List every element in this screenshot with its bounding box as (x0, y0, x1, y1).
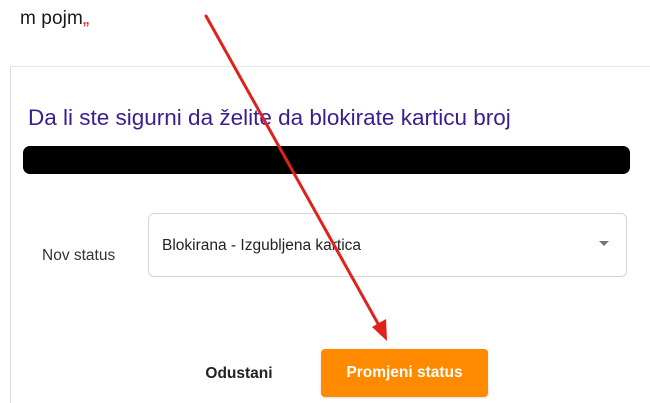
block-card-dialog: Da li ste sigurni da želite da blokirate… (10, 66, 650, 403)
screenshot-page: m pojm„ Da li ste sigurni da želite da b… (0, 0, 650, 403)
redacted-card-number (23, 146, 630, 174)
change-status-button[interactable]: Promjeni status (321, 349, 488, 397)
dialog-title: Da li ste sigurni da želite da blokirate… (28, 105, 511, 130)
caret-down-icon (599, 241, 609, 246)
new-status-select[interactable]: Blokirana - Izgubljena kartica (148, 213, 627, 277)
new-status-label: Nov status (42, 247, 116, 264)
cancel-button[interactable]: Odustani (189, 354, 289, 394)
instruction-caption: m pojm„ (20, 8, 89, 30)
instruction-quote-mark: „ (82, 8, 90, 29)
instruction-caption-text: m pojm (20, 8, 83, 29)
new-status-selected-value: Blokirana - Izgubljena kartica (162, 237, 362, 254)
